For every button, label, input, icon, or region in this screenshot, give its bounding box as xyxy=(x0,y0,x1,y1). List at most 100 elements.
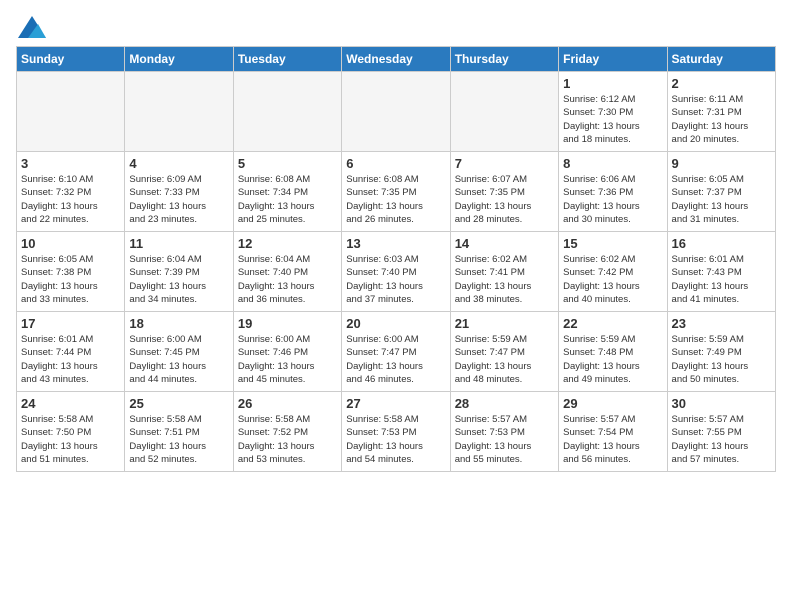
day-info: Sunrise: 5:57 AMSunset: 7:54 PMDaylight:… xyxy=(563,413,662,466)
calendar-cell: 20 Sunrise: 6:00 AMSunset: 7:47 PMDayligh… xyxy=(342,312,450,392)
calendar-cell: 7 Sunrise: 6:07 AMSunset: 7:35 PMDaylight… xyxy=(450,152,558,232)
logo-icon xyxy=(18,16,46,38)
day-info: Sunrise: 5:59 AMSunset: 7:47 PMDaylight:… xyxy=(455,333,554,386)
calendar-cell: 2 Sunrise: 6:11 AMSunset: 7:31 PMDaylight… xyxy=(667,72,775,152)
day-info: Sunrise: 5:58 AMSunset: 7:52 PMDaylight:… xyxy=(238,413,337,466)
calendar-cell: 1 Sunrise: 6:12 AMSunset: 7:30 PMDaylight… xyxy=(559,72,667,152)
calendar-cell xyxy=(233,72,341,152)
calendar-cell: 9 Sunrise: 6:05 AMSunset: 7:37 PMDaylight… xyxy=(667,152,775,232)
calendar-cell: 8 Sunrise: 6:06 AMSunset: 7:36 PMDaylight… xyxy=(559,152,667,232)
day-info: Sunrise: 6:00 AMSunset: 7:45 PMDaylight:… xyxy=(129,333,228,386)
calendar-cell: 16Sunrise: 6:01 AMSunset: 7:43 PMDayligh… xyxy=(667,232,775,312)
calendar-week-row: 24 Sunrise: 5:58 AMSunset: 7:50 PMDayligh… xyxy=(17,392,776,472)
calendar-week-row: 1 Sunrise: 6:12 AMSunset: 7:30 PMDaylight… xyxy=(17,72,776,152)
day-info: Sunrise: 6:10 AMSunset: 7:32 PMDaylight:… xyxy=(21,173,120,226)
weekday-header-thursday: Thursday xyxy=(450,47,558,72)
day-info: Sunrise: 6:05 AMSunset: 7:37 PMDaylight:… xyxy=(672,173,771,226)
weekday-header-sunday: Sunday xyxy=(17,47,125,72)
day-info: Sunrise: 5:58 AMSunset: 7:50 PMDaylight:… xyxy=(21,413,120,466)
calendar-cell: 23Sunrise: 5:59 AMSunset: 7:49 PMDayligh… xyxy=(667,312,775,392)
day-number: 6 xyxy=(346,156,445,171)
calendar-cell: 14 Sunrise: 6:02 AMSunset: 7:41 PMDayligh… xyxy=(450,232,558,312)
day-info: Sunrise: 6:04 AMSunset: 7:40 PMDaylight:… xyxy=(238,253,337,306)
day-info: Sunrise: 6:00 AMSunset: 7:47 PMDaylight:… xyxy=(346,333,445,386)
calendar-cell: 11 Sunrise: 6:04 AMSunset: 7:39 PMDayligh… xyxy=(125,232,233,312)
calendar-cell: 13 Sunrise: 6:03 AMSunset: 7:40 PMDayligh… xyxy=(342,232,450,312)
day-info: Sunrise: 5:59 AMSunset: 7:49 PMDaylight:… xyxy=(672,333,771,386)
day-info: Sunrise: 5:58 AMSunset: 7:53 PMDaylight:… xyxy=(346,413,445,466)
day-info: Sunrise: 6:12 AMSunset: 7:30 PMDaylight:… xyxy=(563,93,662,146)
calendar-cell: 24 Sunrise: 5:58 AMSunset: 7:50 PMDayligh… xyxy=(17,392,125,472)
calendar-week-row: 10 Sunrise: 6:05 AMSunset: 7:38 PMDayligh… xyxy=(17,232,776,312)
calendar-cell: 3Sunrise: 6:10 AMSunset: 7:32 PMDaylight… xyxy=(17,152,125,232)
day-number: 24 xyxy=(21,396,120,411)
weekday-header-saturday: Saturday xyxy=(667,47,775,72)
calendar-cell: 27 Sunrise: 5:58 AMSunset: 7:53 PMDayligh… xyxy=(342,392,450,472)
calendar-cell: 12 Sunrise: 6:04 AMSunset: 7:40 PMDayligh… xyxy=(233,232,341,312)
weekday-header-wednesday: Wednesday xyxy=(342,47,450,72)
day-info: Sunrise: 6:09 AMSunset: 7:33 PMDaylight:… xyxy=(129,173,228,226)
day-number: 1 xyxy=(563,76,662,91)
day-number: 13 xyxy=(346,236,445,251)
day-info: Sunrise: 6:06 AMSunset: 7:36 PMDaylight:… xyxy=(563,173,662,226)
day-number: 2 xyxy=(672,76,771,91)
day-info: Sunrise: 6:07 AMSunset: 7:35 PMDaylight:… xyxy=(455,173,554,226)
day-number: 20 xyxy=(346,316,445,331)
day-number: 19 xyxy=(238,316,337,331)
calendar-cell xyxy=(17,72,125,152)
day-info: Sunrise: 5:59 AMSunset: 7:48 PMDaylight:… xyxy=(563,333,662,386)
day-number: 15 xyxy=(563,236,662,251)
calendar-cell: 29 Sunrise: 5:57 AMSunset: 7:54 PMDayligh… xyxy=(559,392,667,472)
calendar-cell: 30 Sunrise: 5:57 AMSunset: 7:55 PMDayligh… xyxy=(667,392,775,472)
day-info: Sunrise: 6:08 AMSunset: 7:35 PMDaylight:… xyxy=(346,173,445,226)
calendar-week-row: 17 Sunrise: 6:01 AMSunset: 7:44 PMDayligh… xyxy=(17,312,776,392)
day-number: 29 xyxy=(563,396,662,411)
calendar-cell: 4 Sunrise: 6:09 AMSunset: 7:33 PMDaylight… xyxy=(125,152,233,232)
day-info: Sunrise: 6:01 AMSunset: 7:44 PMDaylight:… xyxy=(21,333,120,386)
day-number: 12 xyxy=(238,236,337,251)
day-number: 22 xyxy=(563,316,662,331)
calendar-cell: 28Sunrise: 5:57 AMSunset: 7:53 PMDayligh… xyxy=(450,392,558,472)
day-info: Sunrise: 6:08 AMSunset: 7:34 PMDaylight:… xyxy=(238,173,337,226)
day-number: 4 xyxy=(129,156,228,171)
calendar-cell xyxy=(450,72,558,152)
day-number: 5 xyxy=(238,156,337,171)
logo xyxy=(16,16,46,34)
day-number: 11 xyxy=(129,236,228,251)
page-header xyxy=(16,16,776,34)
day-info: Sunrise: 6:02 AMSunset: 7:42 PMDaylight:… xyxy=(563,253,662,306)
day-number: 9 xyxy=(672,156,771,171)
day-info: Sunrise: 6:00 AMSunset: 7:46 PMDaylight:… xyxy=(238,333,337,386)
day-number: 7 xyxy=(455,156,554,171)
weekday-header-friday: Friday xyxy=(559,47,667,72)
calendar-cell: 19 Sunrise: 6:00 AMSunset: 7:46 PMDayligh… xyxy=(233,312,341,392)
day-info: Sunrise: 5:58 AMSunset: 7:51 PMDaylight:… xyxy=(129,413,228,466)
calendar-cell: 26 Sunrise: 5:58 AMSunset: 7:52 PMDayligh… xyxy=(233,392,341,472)
calendar-table: SundayMondayTuesdayWednesdayThursdayFrid… xyxy=(16,46,776,472)
day-info: Sunrise: 6:01 AMSunset: 7:43 PMDaylight:… xyxy=(672,253,771,306)
day-info: Sunrise: 6:02 AMSunset: 7:41 PMDaylight:… xyxy=(455,253,554,306)
day-number: 30 xyxy=(672,396,771,411)
day-number: 17 xyxy=(21,316,120,331)
calendar-cell: 10 Sunrise: 6:05 AMSunset: 7:38 PMDayligh… xyxy=(17,232,125,312)
calendar-cell xyxy=(125,72,233,152)
day-number: 14 xyxy=(455,236,554,251)
day-info: Sunrise: 5:57 AMSunset: 7:53 PMDaylight:… xyxy=(455,413,554,466)
day-number: 18 xyxy=(129,316,228,331)
day-info: Sunrise: 6:11 AMSunset: 7:31 PMDaylight:… xyxy=(672,93,771,146)
calendar-cell: 15 Sunrise: 6:02 AMSunset: 7:42 PMDayligh… xyxy=(559,232,667,312)
day-info: Sunrise: 6:05 AMSunset: 7:38 PMDaylight:… xyxy=(21,253,120,306)
calendar-cell xyxy=(342,72,450,152)
calendar-cell: 5 Sunrise: 6:08 AMSunset: 7:34 PMDaylight… xyxy=(233,152,341,232)
calendar-cell: 6 Sunrise: 6:08 AMSunset: 7:35 PMDaylight… xyxy=(342,152,450,232)
day-info: Sunrise: 6:03 AMSunset: 7:40 PMDaylight:… xyxy=(346,253,445,306)
day-number: 8 xyxy=(563,156,662,171)
day-number: 26 xyxy=(238,396,337,411)
day-number: 27 xyxy=(346,396,445,411)
weekday-header-tuesday: Tuesday xyxy=(233,47,341,72)
calendar-cell: 22 Sunrise: 5:59 AMSunset: 7:48 PMDayligh… xyxy=(559,312,667,392)
calendar-week-row: 3Sunrise: 6:10 AMSunset: 7:32 PMDaylight… xyxy=(17,152,776,232)
day-info: Sunrise: 5:57 AMSunset: 7:55 PMDaylight:… xyxy=(672,413,771,466)
day-info: Sunrise: 6:04 AMSunset: 7:39 PMDaylight:… xyxy=(129,253,228,306)
day-number: 10 xyxy=(21,236,120,251)
